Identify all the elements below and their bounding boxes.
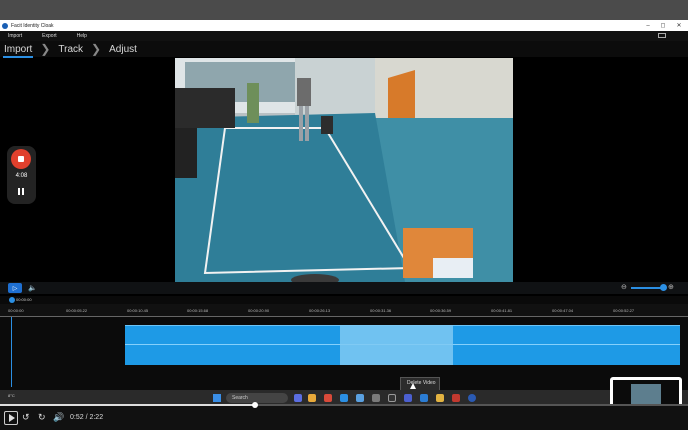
keyboard-icon[interactable] — [658, 33, 666, 38]
app-logo-icon — [2, 22, 8, 29]
pause-icon[interactable] — [17, 188, 25, 196]
office-camera-image — [175, 58, 513, 282]
app-window: Facit Identity Cloak – ◻ ✕ Import Export… — [0, 20, 688, 393]
ruler-tick: 00:00:31.36 — [370, 308, 392, 313]
file-explorer-icon[interactable] — [436, 394, 444, 402]
chrome-icon[interactable] — [324, 394, 332, 402]
taskbar-app-icon[interactable] — [388, 394, 396, 402]
zoom-slider-handle[interactable] — [660, 284, 667, 291]
volume-icon[interactable]: 🔊 — [53, 412, 64, 423]
ruler-tick: 00:00:20.90 — [248, 308, 270, 313]
ruler-tick: 00:00:52.27 — [613, 308, 635, 313]
ruler-tick: 00:00:36.59 — [430, 308, 452, 313]
preview-controls: ▷ 🔈 ⊖ ⊕ — [0, 282, 688, 294]
outlook-icon[interactable] — [420, 394, 428, 402]
menu-export[interactable]: Export — [42, 33, 56, 39]
step-import[interactable]: Import — [2, 44, 34, 58]
current-timecode: 00:00:00 — [16, 297, 32, 302]
menu-bar: Import Export Help — [0, 31, 688, 41]
ruler-tick: 00:00:41.81 — [491, 308, 513, 313]
ruler-tick: 00:00:00 — [8, 308, 24, 313]
forward-icon[interactable]: ↻ — [38, 412, 46, 423]
rewind-icon[interactable]: ↺ — [22, 412, 30, 423]
window-title: Facit Identity Cloak — [11, 22, 54, 29]
close-button[interactable]: ✕ — [671, 20, 687, 31]
taskbar-app-icon[interactable] — [452, 394, 460, 402]
video-frame — [175, 58, 513, 282]
timeline-tracks: Delete Video — [0, 317, 688, 393]
zoom-out-icon[interactable]: ⊖ — [621, 283, 627, 291]
maximize-button[interactable]: ◻ — [655, 20, 671, 31]
taskbar-app-icon[interactable] — [372, 394, 380, 402]
screen: Facit Identity Cloak – ◻ ✕ Import Export… — [0, 0, 688, 430]
edge-icon[interactable] — [340, 394, 348, 402]
weather-widget[interactable]: 8°C — [8, 393, 15, 398]
menu-import[interactable]: Import — [8, 33, 22, 39]
facit-app-icon[interactable] — [468, 394, 476, 402]
step-track[interactable]: Track — [58, 44, 83, 55]
playhead-handle[interactable] — [9, 297, 15, 303]
ruler-tick: 00:00:10.45 — [127, 308, 149, 313]
recording-time: 4:08 — [15, 173, 28, 179]
windows-start-icon[interactable] — [213, 394, 221, 402]
title-bar: Facit Identity Cloak – ◻ ✕ — [0, 20, 688, 31]
volume-icon[interactable]: 🔈 — [28, 284, 37, 292]
zoom-in-icon[interactable]: ⊕ — [668, 283, 674, 291]
preview-play-button[interactable]: ▷ — [8, 283, 22, 293]
thumbnail-video — [631, 384, 661, 406]
seek-handle[interactable] — [251, 402, 258, 408]
seek-progress — [0, 404, 255, 406]
taskbar-app-icon[interactable] — [356, 394, 364, 402]
media-player-bar: ↺ ↻ 🔊 0:52 / 2:22 — [0, 402, 688, 430]
seek-bar[interactable] — [0, 402, 688, 408]
recording-widget: 4:08 — [7, 146, 36, 204]
ruler-tick: 00:00:26.13 — [309, 308, 331, 313]
ruler-tick: 00:00:15.68 — [187, 308, 209, 313]
timeline-ruler[interactable]: 00:00:00 00:00:05.22 00:00:10.45 00:00:1… — [0, 304, 688, 317]
mouse-cursor-icon — [410, 383, 416, 389]
teams-icon[interactable] — [404, 394, 412, 402]
stop-record-button[interactable] — [11, 149, 31, 169]
ruler-tick: 00:00:47.04 — [552, 308, 574, 313]
selected-clip-segment[interactable] — [340, 325, 453, 365]
taskbar-app-icon[interactable] — [308, 394, 316, 402]
chevron-right-icon: ❯ — [40, 42, 51, 56]
workflow-steps: Import ❯ Track ❯ Adjust — [0, 41, 688, 58]
video-preview-area: 4:08 — [0, 58, 688, 282]
taskbar-app-icon[interactable] — [294, 394, 302, 402]
taskbar-search[interactable]: Search — [226, 393, 288, 403]
minimize-button[interactable]: – — [640, 20, 656, 31]
chevron-right-icon: ❯ — [91, 42, 102, 56]
step-adjust[interactable]: Adjust — [109, 44, 137, 55]
playback-time: 0:52 / 2:22 — [70, 414, 104, 421]
play-button[interactable] — [4, 411, 18, 425]
timeline-header: 00:00:00 — [0, 296, 688, 304]
playhead-line[interactable] — [11, 317, 12, 387]
menu-help[interactable]: Help — [77, 33, 87, 39]
ruler-tick: 00:00:05.22 — [66, 308, 88, 313]
